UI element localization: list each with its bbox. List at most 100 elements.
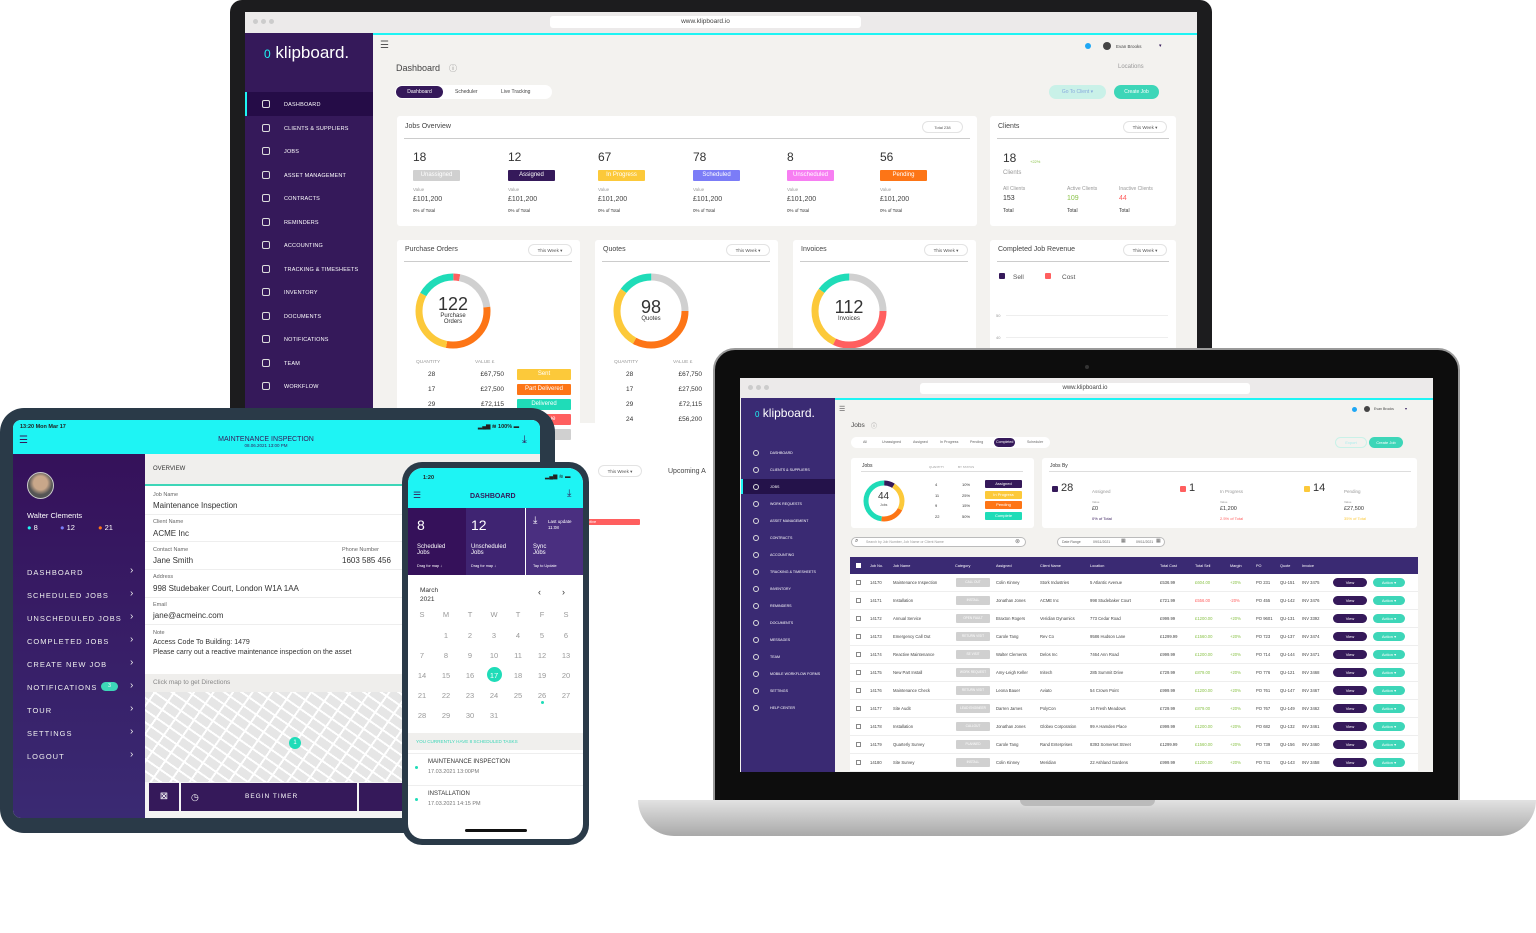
action-dropdown[interactable]: Action ▾ [1373,686,1405,695]
sidebar-item[interactable]: ASSET MANAGEMENT [770,519,808,523]
go-to-client-button[interactable]: Go To Client ▾ [1049,85,1106,99]
row-checkbox[interactable] [856,634,861,639]
calendar-day[interactable]: 25 [508,691,528,700]
nav-item[interactable]: TOUR [27,706,52,715]
sidebar-item[interactable]: CONTRACTS [770,536,792,540]
table-row[interactable]: 14171 Installation INSTALL Jonathan Jones AC… [850,592,1418,610]
sidebar-item-label[interactable]: DOCUMENTS [284,314,321,320]
nav-item[interactable]: SCHEDULED JOBS [27,591,109,600]
info-icon[interactable]: ⓘ [449,63,457,74]
sidebar-item[interactable]: CLIENTS & SUPPLIERS [770,468,810,472]
nav-item[interactable]: COMPLETED JOBS [27,637,109,646]
period-dropdown[interactable]: This Week ▾ [1123,244,1167,256]
chevron-right-icon[interactable]: › [130,703,133,714]
create-job-button[interactable]: Create Job [1369,437,1403,448]
sidebar-item-label[interactable]: TEAM [284,361,300,367]
period-dropdown[interactable]: This Week ▾ [528,244,572,256]
sidebar-item[interactable]: ACCOUNTING [770,553,794,557]
filter-tab[interactable]: Unassigned [882,438,901,447]
column-header[interactable]: Client Name [1040,564,1061,568]
calendar-day[interactable]: 8 [436,651,456,660]
table-row[interactable]: 14173 Emergency Call Out RETURN VISIT Carol… [850,628,1418,646]
calendar-day[interactable]: 18 [508,671,528,680]
column-header[interactable]: Category [955,564,970,568]
column-header[interactable]: Location [1090,564,1104,568]
sidebar-item[interactable]: MESSAGES [770,638,790,642]
sidebar-item[interactable]: REMINDERS [770,604,792,608]
filter-tab[interactable]: All [863,438,867,447]
hamburger-menu-icon[interactable]: ☰ [413,490,421,501]
view-button[interactable]: View [1333,650,1367,659]
table-row[interactable]: 14172 Annual Service OPEN FAULT Braxton Rog… [850,610,1418,628]
sidebar-item[interactable]: INVENTORY [770,587,791,591]
export-button[interactable]: Export [1335,437,1367,448]
klipboard-logo[interactable]: 0 klipboard. [264,43,349,63]
sidebar-item[interactable] [255,142,370,158]
chevron-right-icon[interactable]: › [130,588,133,599]
phone-number-value[interactable]: 1603 585 456 [342,556,391,565]
select-all-checkbox[interactable] [856,563,861,568]
calendar-day[interactable]: 19 [532,671,552,680]
sidebar-item-label[interactable]: WORKFLOW [284,384,319,390]
action-dropdown[interactable]: Action ▾ [1373,758,1405,767]
calendar-day[interactable]: 29 [436,711,456,720]
secondary-action-button[interactable] [359,783,404,811]
chevron-right-icon[interactable]: › [130,726,133,737]
row-checkbox[interactable] [856,616,861,621]
sidebar-item-label[interactable]: INVENTORY [284,290,318,296]
calendar-day[interactable]: 1 [436,631,456,640]
tab-dashboard[interactable]: Dashboard [396,86,443,98]
calendar-day[interactable]: 15 [436,671,456,680]
row-checkbox[interactable] [856,688,861,693]
column-header[interactable]: Total Cost [1160,564,1177,568]
user-avatar[interactable] [1103,42,1111,50]
row-checkbox[interactable] [856,706,861,711]
view-button[interactable]: View [1333,704,1367,713]
column-header[interactable]: Invoice [1302,564,1314,568]
clear-search-icon[interactable]: ⊗ [1015,538,1020,545]
no-camera-button[interactable]: ⊠ [149,783,179,811]
calendar-day[interactable]: 10 [484,651,504,660]
total-pill[interactable]: Total 238 [922,121,963,133]
user-dropdown-icon[interactable]: ▾ [1405,406,1407,411]
calendar-day[interactable]: 21 [412,691,432,700]
column-header[interactable]: Quote [1280,564,1290,568]
date-to-input[interactable]: 09/11/2021 [1136,540,1153,544]
view-button[interactable]: View [1333,686,1367,695]
sidebar-item-label[interactable]: REMINDERS [284,220,319,226]
table-row[interactable]: 14177 Site Audit LEAD ENGINEER Darren James… [850,700,1418,718]
filter-tab[interactable]: Scheduler [1027,438,1043,447]
table-row[interactable]: 14170 Maintenance Inspection CALL OUT Colin… [850,574,1418,592]
calendar-day[interactable]: 26 [532,691,552,700]
chevron-right-icon[interactable]: › [130,634,133,645]
filter-tab[interactable]: Assigned [913,438,928,447]
row-checkbox[interactable] [856,598,861,603]
sidebar-item[interactable] [255,354,370,370]
filter-tab[interactable]: In Progress [940,438,958,447]
tab-live-tracking[interactable]: Live Tracking [501,89,530,95]
action-dropdown[interactable]: Action ▾ [1373,722,1405,731]
sidebar-item[interactable]: DASHBOARD [770,451,793,455]
hamburger-menu-icon[interactable]: ☰ [380,40,389,51]
calendar-day[interactable]: 2 [460,631,480,640]
calendar-day[interactable]: 14 [412,671,432,680]
table-row[interactable]: 14174 Reactive Maintenance SE VISIT Walter … [850,646,1418,664]
calendar-day[interactable]: 24 [484,691,504,700]
sidebar-item[interactable]: WORK REQUESTS [770,502,802,506]
view-button[interactable]: View [1333,614,1367,623]
sidebar-item[interactable]: MOBILE WORKFLOW FORMS [770,672,820,676]
tab-scheduler[interactable]: Scheduler [455,89,478,95]
sidebar-item[interactable]: DOCUMENTS [770,621,793,625]
row-checkbox[interactable] [856,760,861,765]
sidebar-item[interactable]: JOBS [770,485,779,489]
calendar-day[interactable]: 23 [460,691,480,700]
view-button[interactable]: View [1333,596,1367,605]
calendar-day[interactable]: 13 [556,651,576,660]
action-dropdown[interactable]: Action ▾ [1373,740,1405,749]
row-checkbox[interactable] [856,742,861,747]
job-search-input[interactable]: ⌕ Search by Job Number, Job Name or Clie… [851,537,1026,547]
column-header[interactable]: Job No. [870,564,883,568]
calendar-icon[interactable]: ▦ [1156,538,1161,544]
hamburger-menu-icon[interactable]: ☰ [19,435,28,446]
chevron-right-icon[interactable]: › [130,657,133,668]
